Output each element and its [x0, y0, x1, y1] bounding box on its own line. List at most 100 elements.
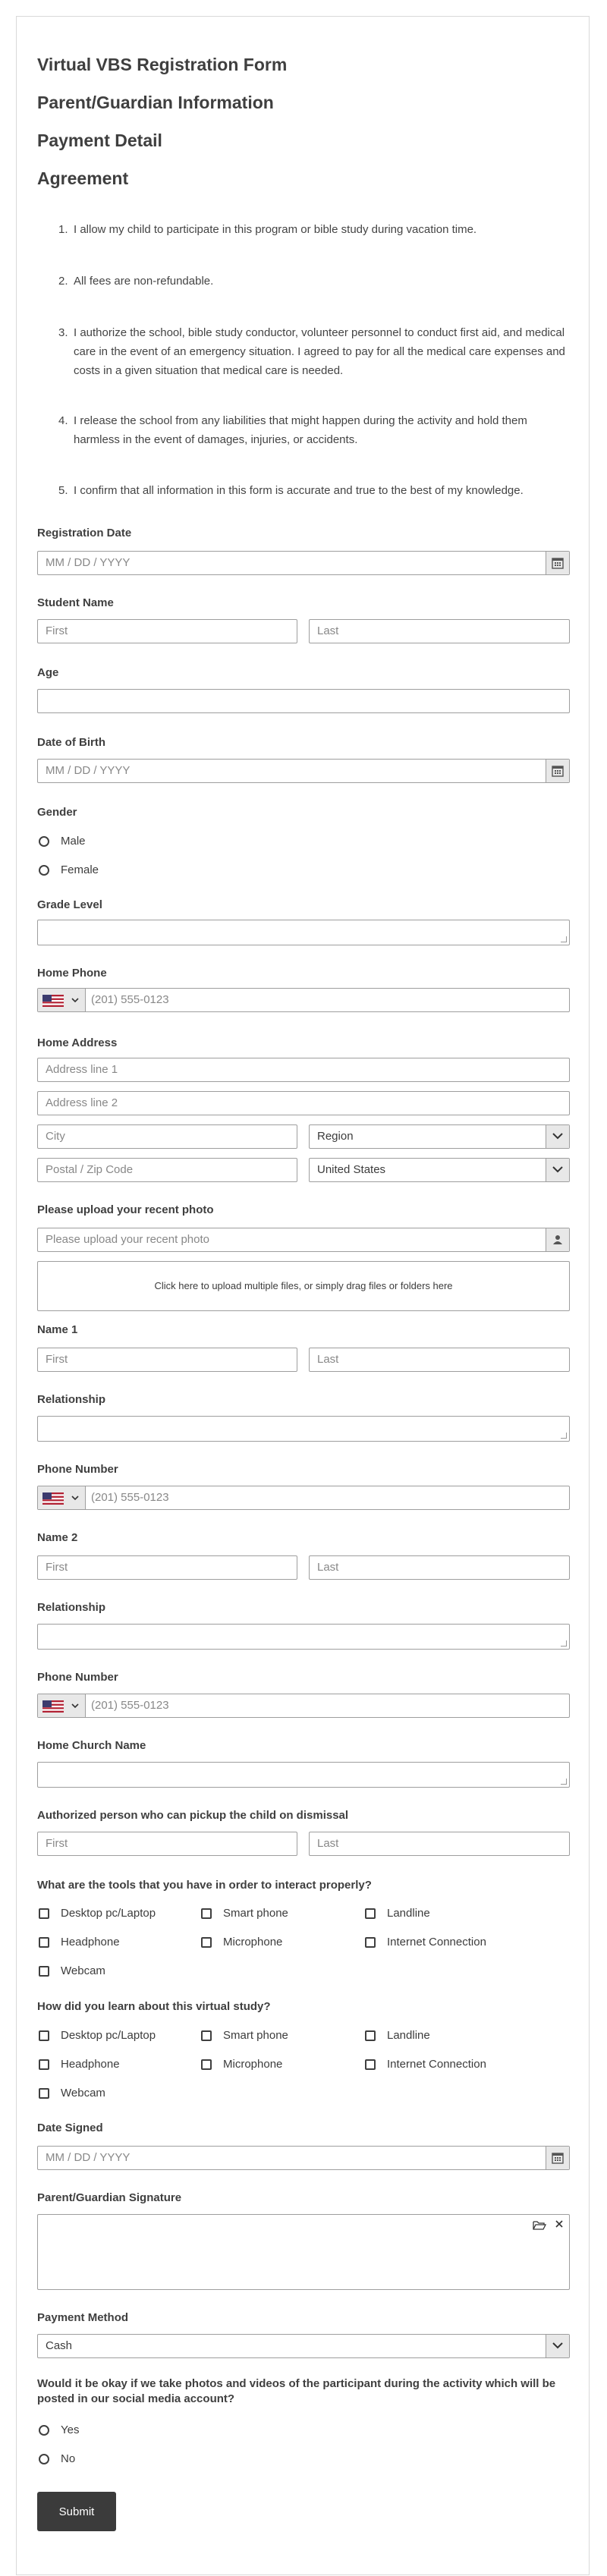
tools-microphone-checkbox[interactable]	[201, 1937, 212, 1948]
learn-label: How did you learn about this virtual stu…	[37, 2000, 271, 2013]
signature-pad[interactable]	[37, 2214, 570, 2290]
tools-internet-label: Internet Connection	[387, 1936, 486, 1949]
us-flag-icon	[42, 995, 64, 1007]
learn-webcam-label: Webcam	[61, 2087, 105, 2099]
photos-no-label: No	[61, 2452, 76, 2465]
us-flag-icon	[42, 1700, 64, 1713]
chevron-down-icon[interactable]	[546, 1159, 569, 1181]
tools-desktop-checkbox[interactable]	[39, 1908, 49, 1919]
city-input[interactable]: City	[37, 1124, 297, 1149]
submit-button[interactable]: Submit	[37, 2492, 116, 2531]
student-first-name-input[interactable]: First	[37, 619, 297, 643]
photos-no-radio[interactable]	[39, 2454, 49, 2464]
church-name-label: Home Church Name	[37, 1739, 146, 1752]
name2-last-input[interactable]: Last	[309, 1555, 570, 1580]
learn-webcam-checkbox[interactable]	[39, 2088, 49, 2099]
payment-method-select[interactable]: Cash	[37, 2334, 570, 2358]
file-dropzone[interactable]: Click here to upload multiple files, or …	[37, 1261, 570, 1311]
learn-microphone-label: Microphone	[223, 2058, 283, 2071]
tools-landline-checkbox[interactable]	[365, 1908, 376, 1919]
gender-female-radio[interactable]	[39, 865, 49, 876]
payment-method-label: Payment Method	[37, 2311, 129, 2324]
pickup-last-input[interactable]: Last	[309, 1832, 570, 1856]
calendar-icon[interactable]	[546, 760, 569, 782]
learn-headphone-checkbox[interactable]	[39, 2059, 49, 2070]
us-flag-icon	[42, 1492, 64, 1505]
relationship1-textarea[interactable]	[37, 1416, 570, 1442]
student-name-label: Student Name	[37, 596, 114, 609]
chevron-down-icon	[71, 1496, 79, 1501]
learn-desktop-label: Desktop pc/Laptop	[61, 2029, 156, 2042]
dob-input[interactable]: MM / DD / YYYY	[37, 759, 570, 783]
age-input[interactable]	[37, 689, 570, 713]
address-line2-input[interactable]: Address line 2	[37, 1091, 570, 1115]
country-select[interactable]: United States	[309, 1158, 570, 1182]
grade-level-label: Grade Level	[37, 898, 102, 911]
agreement-item: 4. I release the school from any liabilit…	[58, 414, 527, 446]
calendar-icon[interactable]	[546, 2147, 569, 2169]
phone2-label: Phone Number	[37, 1671, 118, 1684]
section-heading-agreement: Agreement	[37, 168, 129, 188]
country-code-selector[interactable]	[38, 1694, 86, 1717]
learn-landline-checkbox[interactable]	[365, 2030, 376, 2041]
phone1-label: Phone Number	[37, 1463, 118, 1476]
tools-webcam-label: Webcam	[61, 1964, 105, 1977]
clear-signature-icon	[555, 2220, 563, 2228]
home-phone-label: Home Phone	[37, 967, 107, 980]
learn-smartphone-label: Smart phone	[223, 2029, 288, 2042]
section-heading-parent: Parent/Guardian Information	[37, 93, 274, 112]
country-code-selector[interactable]	[38, 989, 86, 1011]
learn-desktop-checkbox[interactable]	[39, 2030, 49, 2041]
postal-code-input[interactable]: Postal / Zip Code	[37, 1158, 297, 1182]
gender-male-radio[interactable]	[39, 836, 49, 847]
form-title: Virtual VBS Registration Form	[37, 55, 288, 74]
signature-label: Parent/Guardian Signature	[37, 2191, 182, 2204]
name1-first-input[interactable]: First	[37, 1348, 297, 1372]
photos-yes-radio[interactable]	[39, 2425, 49, 2436]
region-select[interactable]: Region	[309, 1124, 570, 1149]
registration-date-input[interactable]: MM / DD / YYYY	[37, 551, 570, 575]
phone2-input[interactable]: (201) 555-0123	[37, 1694, 570, 1718]
church-name-textarea[interactable]	[37, 1762, 570, 1788]
gender-male-label: Male	[61, 835, 86, 848]
gender-female-label: Female	[61, 863, 99, 876]
phone1-input[interactable]: (201) 555-0123	[37, 1486, 570, 1510]
tools-internet-checkbox[interactable]	[365, 1937, 376, 1948]
age-label: Age	[37, 666, 59, 679]
photos-yes-label: Yes	[61, 2423, 80, 2436]
tools-smartphone-checkbox[interactable]	[201, 1908, 212, 1919]
tools-webcam-checkbox[interactable]	[39, 1966, 49, 1977]
agreement-item: 5. I confirm that all information in this…	[58, 484, 524, 497]
grade-level-textarea[interactable]	[37, 920, 570, 945]
home-address-label: Home Address	[37, 1036, 118, 1049]
learn-smartphone-checkbox[interactable]	[201, 2030, 212, 2041]
home-phone-input[interactable]: (201) 555-0123	[37, 988, 570, 1012]
agreement-item: 1. I allow my child to participate in thi…	[58, 223, 477, 236]
agreement-item: 2. All fees are non-refundable.	[58, 275, 214, 288]
learn-microphone-checkbox[interactable]	[201, 2059, 212, 2070]
tools-headphone-checkbox[interactable]	[39, 1937, 49, 1948]
tools-smartphone-label: Smart phone	[223, 1907, 288, 1920]
upload-icon[interactable]	[546, 1228, 569, 1251]
address-line1-input[interactable]: Address line 1	[37, 1058, 570, 1082]
calendar-icon[interactable]	[546, 552, 569, 574]
gender-label: Gender	[37, 806, 77, 819]
country-code-selector[interactable]	[38, 1486, 86, 1509]
date-signed-input[interactable]: MM / DD / YYYY	[37, 2146, 570, 2170]
relationship2-textarea[interactable]	[37, 1624, 570, 1650]
chevron-down-icon[interactable]	[546, 2335, 569, 2357]
name2-label: Name 2	[37, 1531, 78, 1544]
pickup-person-label: Authorized person who can pickup the chi…	[37, 1809, 349, 1822]
student-last-name-input[interactable]: Last	[309, 619, 570, 643]
tools-headphone-label: Headphone	[61, 1936, 120, 1949]
learn-internet-checkbox[interactable]	[365, 2059, 376, 2070]
name1-last-input[interactable]: Last	[309, 1348, 570, 1372]
name2-first-input[interactable]: First	[37, 1555, 297, 1580]
date-signed-label: Date Signed	[37, 2122, 103, 2134]
section-heading-payment: Payment Detail	[37, 131, 162, 150]
pickup-first-input[interactable]: First	[37, 1832, 297, 1856]
name1-label: Name 1	[37, 1323, 78, 1336]
chevron-down-icon	[71, 1703, 79, 1709]
photo-upload-input[interactable]: Please upload your recent photo	[37, 1228, 570, 1252]
chevron-down-icon[interactable]	[546, 1125, 569, 1148]
